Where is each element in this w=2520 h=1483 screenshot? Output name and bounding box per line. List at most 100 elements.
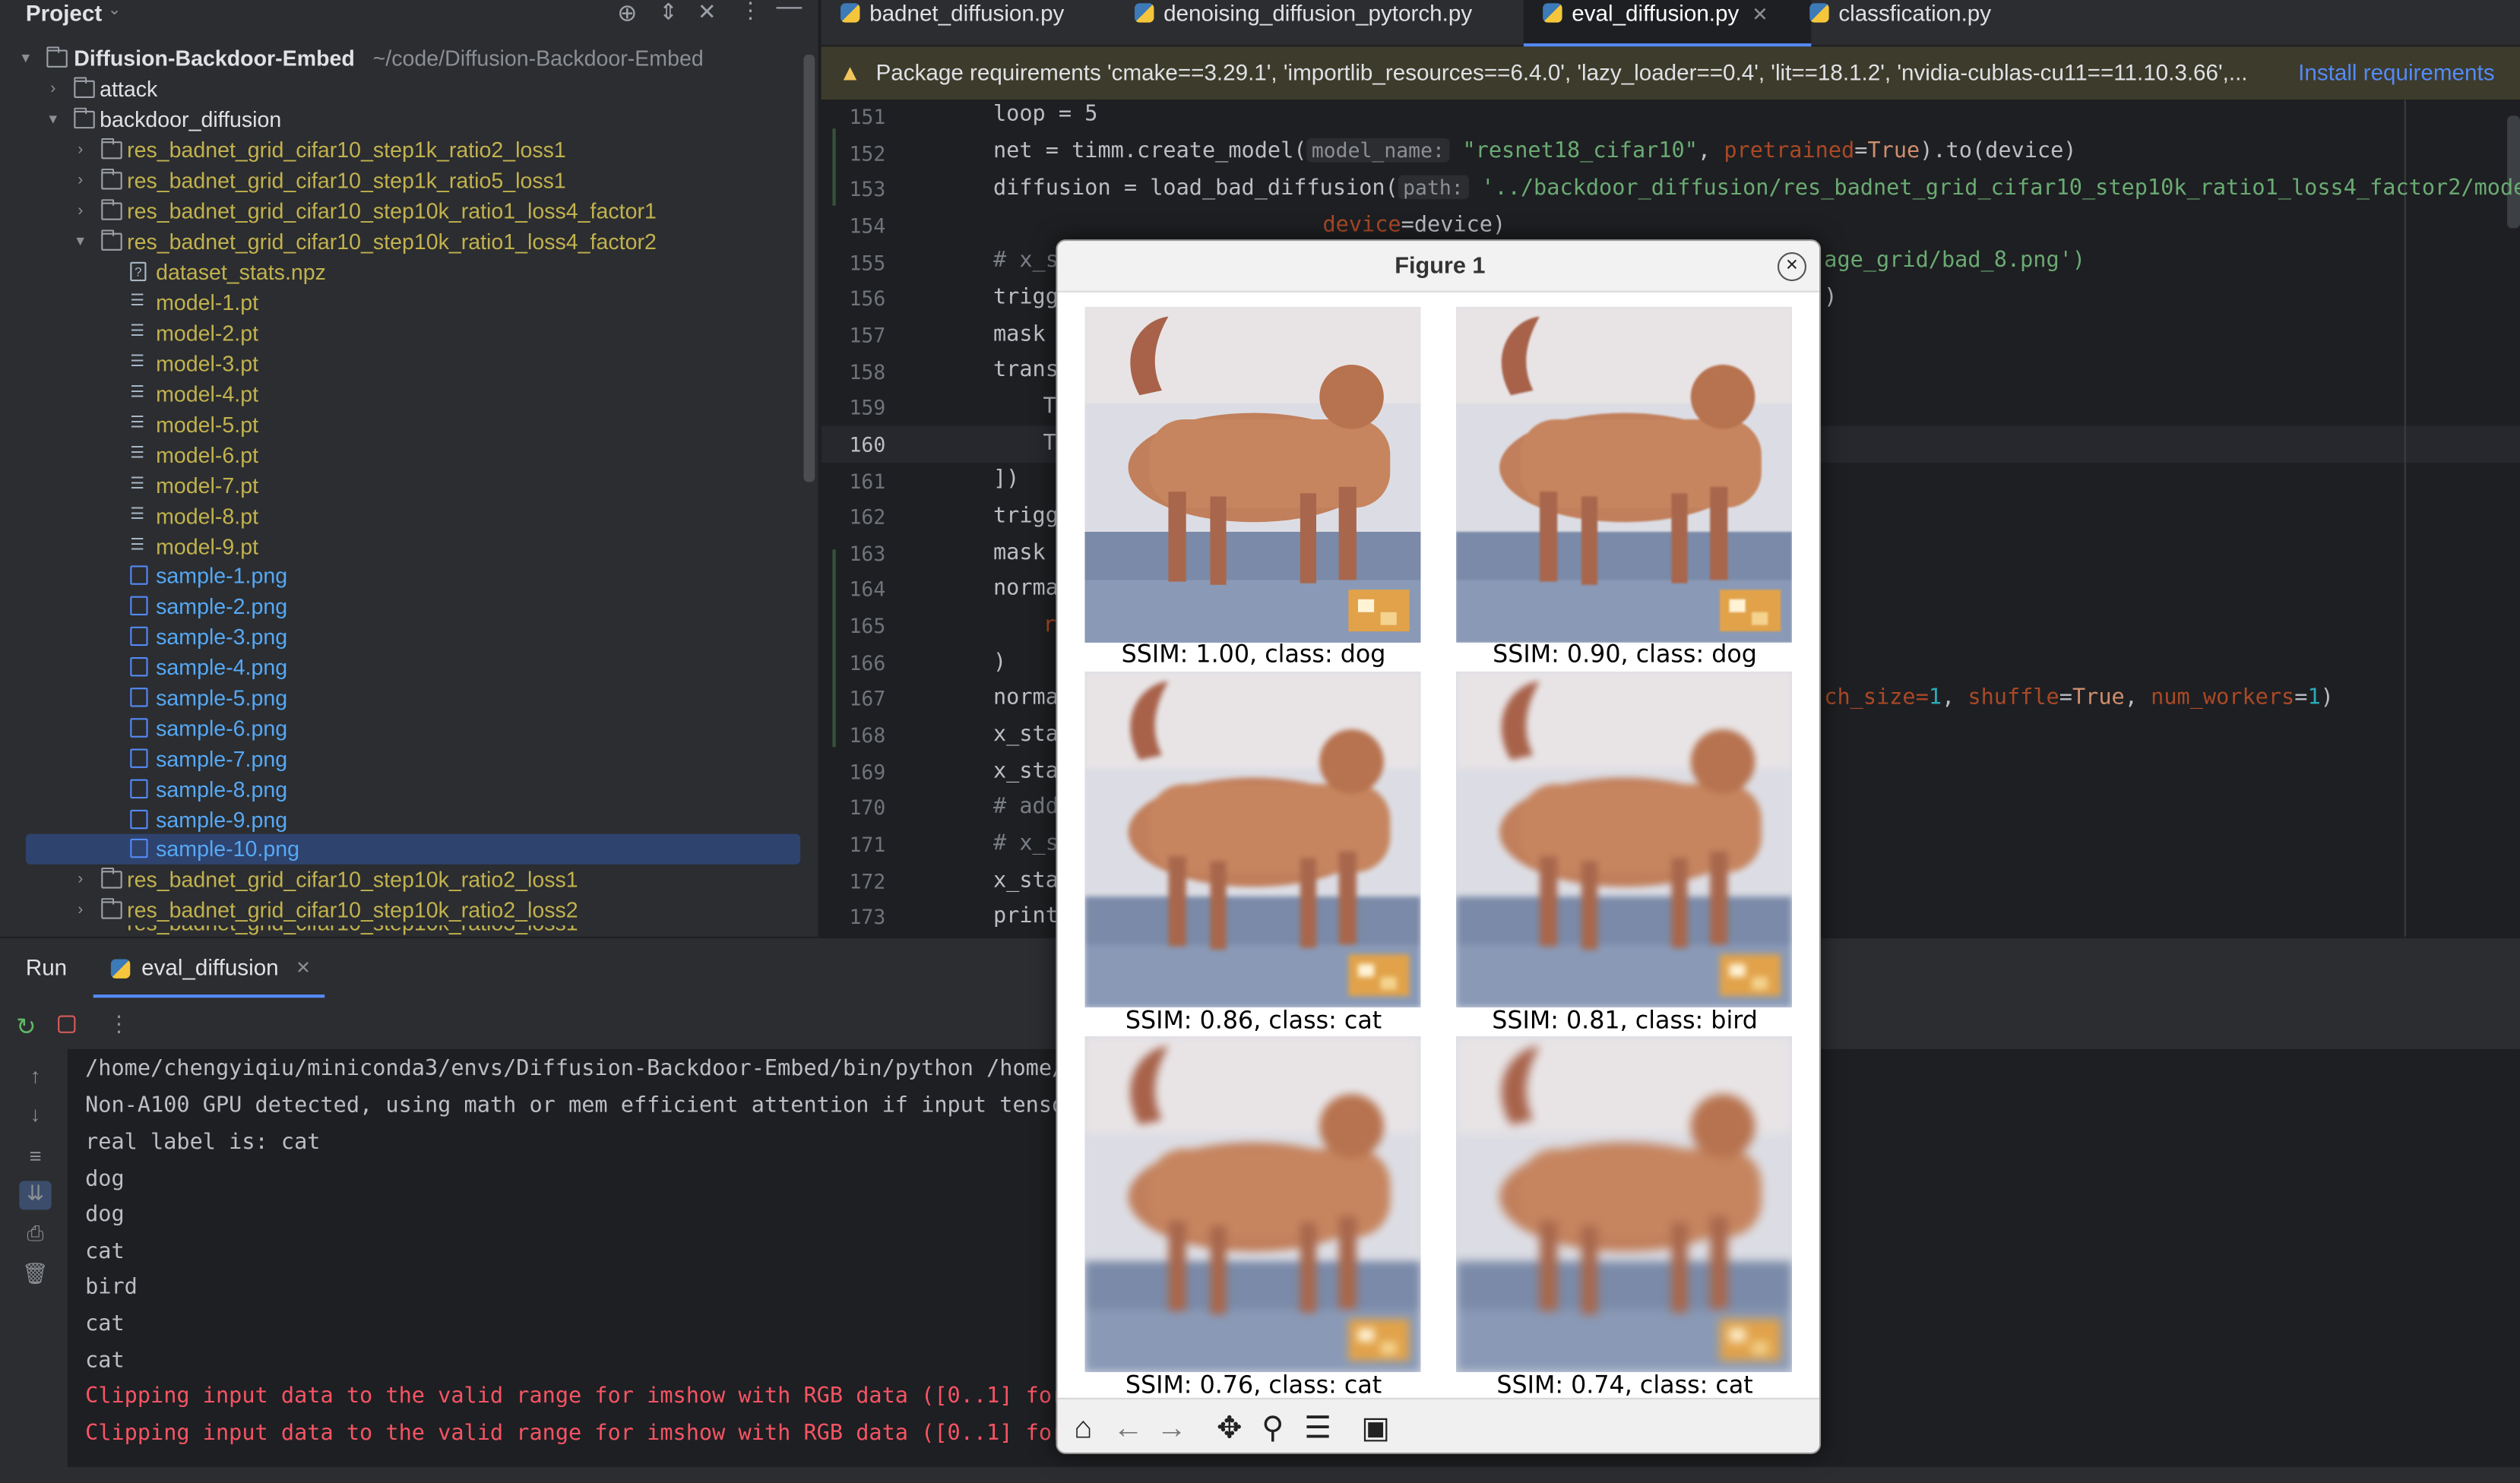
tree-file[interactable]: ☰ model-2.pt [0,318,797,349]
chevron-down-icon[interactable]: ▾ [16,43,35,74]
tree-file[interactable]: ☰ model-8.pt [0,501,797,532]
install-requirements-link[interactable]: Install requirements [2298,46,2494,100]
line-number: 173 [849,905,886,929]
project-title[interactable]: Project [26,0,102,26]
tab-classfication[interactable]: classfication.py [1809,0,1991,46]
tree-root[interactable]: ▾ Diffusion-Backdoor-Embed ~/code/Diffus… [0,43,797,74]
tab-label: denoising_diffusion_pytorch.py [1163,0,1473,26]
chevron-down-icon[interactable]: ▾ [71,226,90,257]
scroll-to-end-icon[interactable]: ⇊ [19,1181,52,1210]
close-icon[interactable]: ✕ [698,0,717,26]
folder-label: attack [100,77,158,102]
tree-folder[interactable]: › res_badnet_grid_cifar10_step10k_ratio1… [0,196,797,226]
file-label: sample-2.png [156,594,288,619]
tab-denoising-diffusion[interactable]: denoising_diffusion_pytorch.py [1135,0,1472,46]
tree-file[interactable]: sample-9.png [0,805,797,836]
rerun-icon[interactable]: ↻ [16,1012,36,1041]
more-icon[interactable]: ⋮ [108,1010,131,1038]
folder-icon [74,77,95,99]
chevron-right-icon[interactable]: › [71,895,90,925]
line-number: 153 [849,177,886,201]
tree-file[interactable]: ☰ model-7.pt [0,471,797,501]
chevron-down-icon[interactable]: ⌄ [108,2,122,19]
close-icon[interactable]: ✕ [1752,3,1768,26]
tree-file[interactable]: ☰ model-5.pt [0,409,797,440]
matplotlib-figure-window[interactable]: Figure 1 ✕ SSIM: 1.00, class: dog SSIM: … [1056,239,1822,1454]
stop-icon[interactable] [58,1015,76,1033]
tab-eval-diffusion[interactable]: eval_diffusion.py ✕ [1523,0,1812,47]
chevron-right-icon[interactable]: › [71,135,90,166]
back-arrow-icon[interactable]: ← [1110,1412,1146,1448]
tree-folder[interactable]: › res_badnet_grid_cifar10_step1k_ratio5_… [0,166,797,196]
file-label: sample-5.png [156,686,288,710]
forward-arrow-icon[interactable]: → [1154,1412,1189,1448]
close-icon[interactable]: ✕ [1777,252,1807,282]
pan-icon[interactable]: ✥ [1212,1412,1248,1448]
scroll-up-icon[interactable]: ↑ [19,1064,51,1092]
code-line-fragment: ) [1824,284,1838,311]
text-file-icon: ☰ [130,536,145,555]
tree-file[interactable]: sample-3.png [0,621,797,652]
chevron-right-icon[interactable]: › [71,166,90,196]
figure-toolbar: ⌂ ← → ✥ ⚲ ☰ ▣ [1057,1397,1819,1453]
print-icon[interactable]: ⎙ [19,1221,51,1250]
tree-file[interactable]: ☰ model-9.pt [0,532,797,562]
close-icon[interactable]: ✕ [296,957,310,979]
tree-file[interactable]: sample-8.png [0,774,797,805]
tab-badnet-diffusion[interactable]: badnet_diffusion.py [841,0,1064,46]
tree-file[interactable]: sample-1.png [0,561,797,591]
file-label: dataset_stats.npz [156,260,326,285]
chevron-right-icon[interactable]: › [43,74,62,104]
tree-folder[interactable]: › res_badnet_grid_cifar10_step10k_ratio2… [0,895,797,925]
minimize-icon[interactable]: — [776,0,802,23]
code-line: x_sta [992,721,1059,748]
tree-file[interactable]: ☰ model-3.pt [0,349,797,379]
tree-file[interactable]: sample-4.png [0,653,797,683]
configure-subplots-icon[interactable]: ☰ [1300,1412,1336,1448]
tree-file[interactable]: sample-2.png [0,591,797,621]
tree-file-selected[interactable]: sample-10.png [25,833,801,865]
line-number: 164 [849,577,886,602]
folder-icon [74,107,95,129]
tree-folder[interactable]: res_badnet_grid_cifar10_step10k_ratio3_l… [0,925,797,937]
tree-folder[interactable]: ▾ res_badnet_grid_cifar10_step10k_ratio1… [0,226,797,257]
line-number: 158 [849,359,886,384]
tree-file[interactable]: ☰ model-1.pt [0,288,797,318]
image-file-icon [130,779,148,799]
scroll-down-icon[interactable]: ↓ [19,1102,51,1131]
tree-file[interactable]: ☰ model-4.pt [0,379,797,409]
tree-folder[interactable]: › res_badnet_grid_cifar10_step1k_ratio2_… [0,135,797,166]
image-caption: SSIM: 0.90, class: dog [1493,639,1757,669]
tree-folder[interactable]: › res_badnet_grid_cifar10_step10k_ratio2… [0,865,797,895]
project-scrollbar[interactable] [803,54,815,482]
tree-folder-backdoor-diffusion[interactable]: ▾ backdoor_diffusion [0,104,797,134]
folder-label: res_badnet_grid_cifar10_step1k_ratio2_lo… [127,138,566,163]
chevron-right-icon[interactable]: › [71,196,90,226]
console-line: Non-A100 GPU detected, using math or mem… [85,1092,1117,1118]
console-line: dog [85,1166,125,1193]
tree-file[interactable]: sample-6.png [0,713,797,744]
tree-file[interactable]: ☰ model-6.pt [0,440,797,470]
locate-icon[interactable]: ⊕ [617,0,638,27]
chevron-down-icon[interactable]: ▾ [43,104,62,134]
tree-folder-attack[interactable]: › attack [0,74,797,104]
more-icon[interactable]: ⋮ [739,0,762,24]
image-file-icon [130,688,148,707]
line-number: 156 [849,286,886,311]
python-file-icon [841,3,860,23]
code-line: # x_s [992,830,1059,857]
trash-icon[interactable]: 🗑 [19,1261,51,1290]
chevron-right-icon[interactable]: › [71,865,90,895]
save-icon[interactable]: ▣ [1358,1412,1394,1448]
run-tab-eval-diffusion[interactable]: eval_diffusion ✕ [93,938,325,998]
tree-file[interactable]: sample-7.png [0,744,797,774]
home-icon[interactable]: ⌂ [1065,1412,1101,1448]
folder-label: backdoor_diffusion [100,107,282,132]
expand-collapse-icon[interactable]: ⇕ [659,0,678,26]
line-number: 165 [849,614,886,638]
editor-scrollbar[interactable] [2507,115,2520,229]
tree-file[interactable]: sample-5.png [0,683,797,713]
soft-wrap-icon[interactable]: ≡ [19,1144,51,1173]
tree-file[interactable]: ? dataset_stats.npz [0,257,797,287]
zoom-icon[interactable]: ⚲ [1255,1412,1291,1448]
